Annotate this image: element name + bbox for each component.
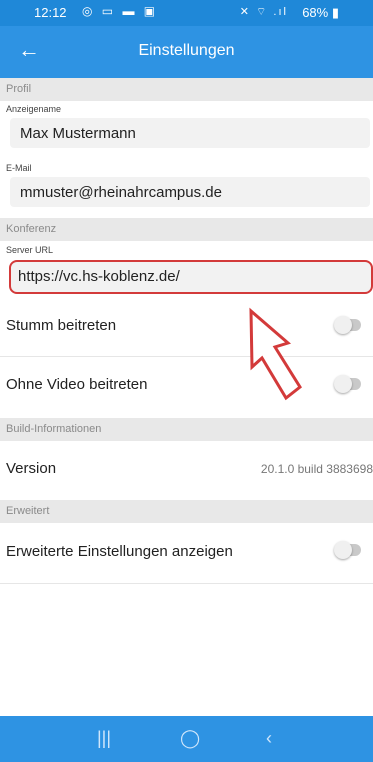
toggle-knob	[334, 541, 352, 559]
status-time: 12:12	[34, 5, 67, 20]
version-row: Version 20.1.0 build 3883698	[0, 441, 373, 499]
toggle-knob	[334, 316, 352, 334]
display-name-label: Anzeigename	[6, 104, 62, 114]
recents-icon[interactable]: |||	[97, 728, 111, 749]
signal-icons: ✕ ⌔ .ıl	[239, 6, 288, 18]
mute-label: Stumm beitreten	[6, 317, 117, 334]
section-title: Erweitert	[6, 505, 50, 517]
mute-row: Stumm beitreten	[0, 298, 373, 357]
section-title: Profil	[6, 83, 32, 95]
mute-toggle[interactable]	[334, 316, 361, 334]
email-field[interactable]: mmuster@rheinahrcampus.de	[10, 177, 370, 207]
section-title: Build-Informationen	[6, 423, 102, 435]
nav-back-icon[interactable]: ‹	[266, 728, 272, 749]
notification-icons: ◎ ▭ ▬ ▣	[82, 4, 159, 18]
section-header-konferenz: Konferenz	[0, 218, 373, 241]
server-url-field[interactable]: https://vc.hs-koblenz.de/	[9, 260, 373, 294]
home-icon[interactable]: ◯	[180, 728, 200, 749]
display-name-value: Max Mustermann	[20, 125, 136, 142]
email-label: E-Mail	[6, 163, 32, 173]
version-value: 20.1.0 build 3883698	[260, 462, 373, 476]
section-header-erweitert: Erweitert	[0, 500, 373, 523]
server-url-value: https://vc.hs-koblenz.de/	[18, 268, 180, 285]
version-label: Version	[6, 460, 57, 477]
no-video-label: Ohne Video beitreten	[6, 376, 148, 393]
server-url-label: Server URL	[6, 245, 54, 255]
status-bar: 12:12 ◎ ▭ ▬ ▣ ✕ ⌔ .ıl 68% ▮	[0, 0, 373, 26]
section-header-profil: Profil	[0, 78, 373, 101]
advanced-settings-toggle[interactable]	[334, 541, 361, 559]
display-name-field[interactable]: Max Mustermann	[10, 118, 370, 148]
system-nav-bar: ||| ◯ ‹	[0, 716, 373, 762]
section-title: Konferenz	[6, 223, 57, 235]
battery-indicator: 68% ▮	[302, 5, 339, 20]
toggle-knob	[334, 375, 352, 393]
email-value: mmuster@rheinahrcampus.de	[20, 184, 222, 201]
advanced-settings-label: Erweiterte Einstellungen anzeigen	[6, 543, 233, 560]
page-title: Einstellungen	[138, 42, 235, 59]
no-video-row: Ohne Video beitreten	[0, 357, 373, 415]
red-arrow-annotation-icon	[249, 307, 302, 401]
app-bar: ← Einstellungen	[0, 26, 373, 78]
advanced-settings-row: Erweiterte Einstellungen anzeigen	[0, 523, 373, 584]
section-header-build: Build-Informationen	[0, 418, 373, 441]
no-video-toggle[interactable]	[334, 375, 361, 393]
